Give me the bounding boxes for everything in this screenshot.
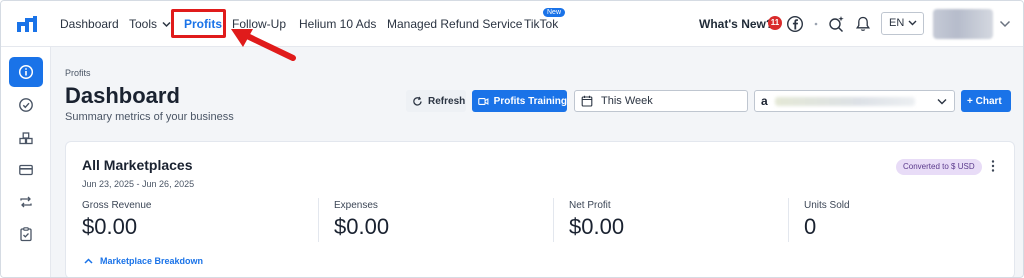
video-icon (478, 97, 489, 105)
gauge-icon (19, 98, 33, 112)
card-title: All Marketplaces (82, 157, 193, 173)
metric-net-profit: Net Profit $0.00 (569, 200, 799, 240)
app-window: Dashboard Tools Profits Follow-Up Helium… (0, 0, 1024, 278)
sidebar-item-transactions[interactable] (9, 187, 43, 217)
nav-dashboard[interactable]: Dashboard (60, 17, 119, 31)
metric-label: Expenses (334, 200, 378, 211)
avatar (933, 9, 993, 39)
metric-gross-revenue: Gross Revenue $0.00 (82, 200, 312, 240)
top-nav: Dashboard Tools Profits Follow-Up Helium… (1, 1, 1023, 47)
sparkle-search-icon[interactable] (827, 15, 845, 33)
nav-tools[interactable]: Tools (129, 17, 171, 31)
chevron-down-icon (162, 21, 171, 28)
metric-divider (553, 198, 554, 242)
clipboard-icon (20, 227, 32, 242)
metric-value: $0.00 (82, 214, 138, 239)
marketplace-name-redacted (775, 97, 915, 106)
profits-training-button[interactable]: Profits Training (472, 90, 567, 112)
refresh-label: Refresh (428, 95, 466, 107)
amazon-icon: a (761, 94, 768, 108)
whats-new-link[interactable]: What's New? (699, 17, 773, 31)
page-title: Dashboard (65, 83, 180, 108)
metric-label: Net Profit (569, 200, 611, 211)
annotation-arrow-icon (231, 29, 296, 61)
sidebar (1, 47, 51, 277)
sidebar-item-payments[interactable] (9, 155, 43, 185)
breadcrumb[interactable]: Profits (65, 68, 91, 78)
all-marketplaces-card: All Marketplaces Jun 23, 2025 - Jun 26, … (65, 141, 1015, 277)
marketplace-select[interactable]: a (754, 90, 955, 112)
account-menu[interactable] (933, 9, 1015, 39)
nav-tiktok[interactable]: TikTok (524, 17, 558, 31)
sidebar-item-gauge[interactable] (9, 90, 43, 120)
metric-label: Gross Revenue (82, 200, 152, 211)
sidebar-item-inventory[interactable] (9, 123, 43, 153)
date-range-value: This Week (601, 95, 653, 107)
facebook-icon[interactable] (786, 15, 804, 33)
metric-value: $0.00 (569, 214, 625, 239)
metric-label: Units Sold (804, 200, 850, 211)
language-select[interactable]: EN (881, 12, 924, 35)
repeat-icon (20, 196, 32, 208)
calendar-icon (581, 95, 593, 107)
helium10-logo-icon[interactable] (17, 16, 37, 32)
metric-units-sold: Units Sold 0 (804, 200, 1023, 240)
metric-divider (788, 198, 789, 242)
profits-training-label: Profits Training (493, 95, 567, 107)
separator-dot-icon (814, 22, 818, 26)
notification-count-badge: 11 (768, 16, 782, 30)
chevron-down-icon (999, 20, 1011, 28)
boxes-icon (19, 132, 33, 145)
page-subtitle: Summary metrics of your business (65, 111, 234, 123)
metric-expenses: Expenses $0.00 (334, 200, 564, 240)
card-icon (19, 164, 33, 176)
metric-value: $0.00 (334, 214, 390, 239)
metric-divider (318, 198, 319, 242)
nav-managed-refund-service[interactable]: Managed Refund Service (387, 17, 522, 31)
new-badge: New (543, 8, 566, 17)
marketplace-breakdown-toggle[interactable]: Marketplace Breakdown (84, 256, 203, 266)
chevron-up-icon (84, 258, 93, 264)
refresh-button[interactable]: Refresh (406, 90, 466, 112)
nav-tools-label: Tools (129, 17, 158, 31)
info-icon (18, 64, 34, 80)
sidebar-item-overview[interactable] (9, 57, 43, 87)
bell-icon[interactable] (854, 15, 872, 33)
chevron-down-icon (908, 20, 917, 26)
profits-highlight-box (171, 9, 226, 38)
add-chart-button[interactable]: + Chart (961, 90, 1011, 112)
refresh-icon (413, 96, 422, 106)
currency-badge: Converted to $ USD (896, 159, 982, 175)
card-date-range: Jun 23, 2025 - Jun 26, 2025 (82, 179, 195, 189)
sidebar-item-reports[interactable] (9, 219, 43, 249)
chevron-down-icon (937, 99, 947, 105)
more-options-icon[interactable] (990, 159, 996, 173)
language-label: EN (889, 17, 905, 29)
metric-value: 0 (804, 214, 817, 239)
marketplace-breakdown-label: Marketplace Breakdown (100, 256, 204, 266)
nav-helium10-ads[interactable]: Helium 10 Ads (299, 17, 376, 31)
date-range-select[interactable]: This Week (574, 90, 748, 112)
